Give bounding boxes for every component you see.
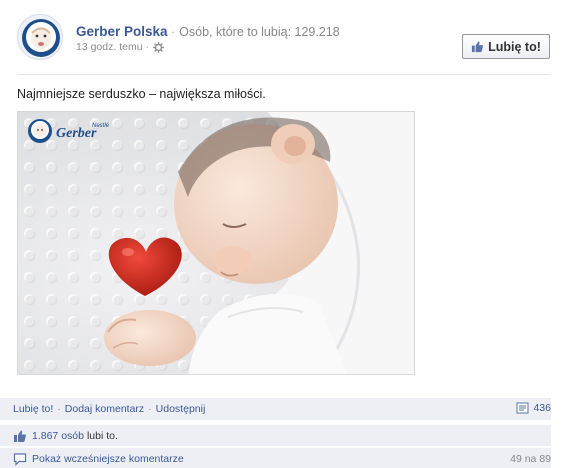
- thumbs-up-icon: [472, 41, 484, 53]
- page-avatar[interactable]: [17, 14, 63, 60]
- like-post-link[interactable]: Lubię to!: [13, 403, 53, 415]
- like-page-button-label: Lubię to!: [488, 39, 541, 54]
- shares-icon: [516, 402, 529, 414]
- page-name-link[interactable]: Gerber Polska: [76, 24, 168, 39]
- post-photo[interactable]: Nestlé Gerber: [17, 111, 415, 375]
- post-action-bar: Lubię to! · Dodaj komentarz · Udostępnij…: [0, 398, 551, 420]
- comment-bubble-icon: [13, 452, 27, 466]
- photo-logo-text: Gerber: [56, 126, 97, 141]
- comments-counter: 49 na 89: [510, 452, 551, 465]
- likes-summary-row: 1.867 osób lubi to.: [0, 424, 551, 446]
- post-timestamp[interactable]: 13 godz. temu: [76, 41, 143, 53]
- comments-row: Pokaż wcześniejsze komentarze 49 na 89: [0, 447, 551, 468]
- audience-settings-icon[interactable]: [153, 41, 165, 53]
- add-comment-link[interactable]: Dodaj komentarz: [65, 403, 144, 415]
- baby-heart-photo: Nestlé Gerber: [18, 112, 414, 374]
- share-count-value: 436: [533, 402, 551, 414]
- header-divider: [17, 74, 551, 75]
- likes-suffix: lubi to.: [86, 429, 118, 442]
- show-earlier-comments-link[interactable]: Pokaż wcześniejsze komentarze: [32, 453, 184, 465]
- post-meta: 13 godz. temu ·: [76, 41, 165, 53]
- page-likes-count: · Osób, które to lubią: 129.218: [171, 25, 340, 39]
- share-link[interactable]: Udostępnij: [156, 403, 206, 415]
- like-page-button[interactable]: Lubię to!: [462, 34, 550, 59]
- gerber-baby-logo: [18, 15, 62, 59]
- post-message: Najmniejsze serduszko – największa miłoś…: [17, 87, 266, 101]
- share-count[interactable]: 436: [516, 402, 551, 414]
- photo-gerber-logo: [28, 119, 52, 143]
- facebook-post: Gerber Polska · Osób, które to lubią: 129…: [0, 0, 568, 468]
- page-likes-text: Osób, które to lubią: 129.218: [179, 25, 340, 39]
- likers-count-link[interactable]: 1.867 osób: [32, 430, 84, 442]
- thumbs-up-icon: [14, 430, 26, 442]
